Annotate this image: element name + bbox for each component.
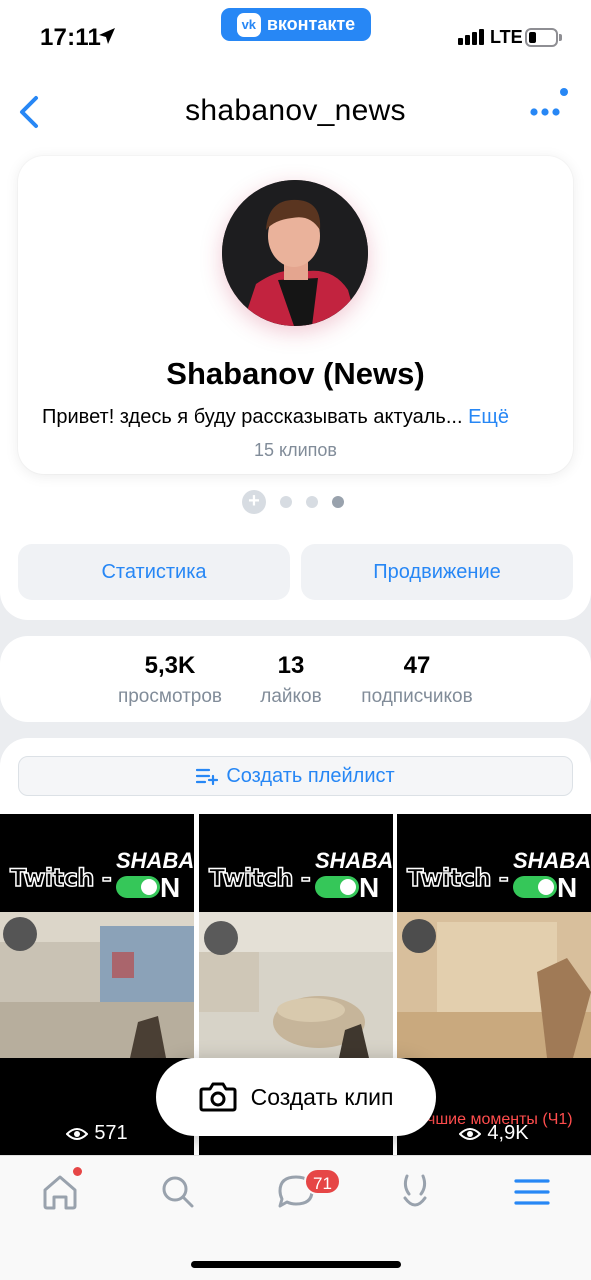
page-dot-active[interactable] (332, 496, 344, 508)
stat-subscribers: 47 подписчиков (352, 652, 482, 708)
clip-brand-top: SHABA (116, 848, 194, 873)
messages-badge: 71 (304, 1168, 341, 1195)
clip-brand-top: SHABA (315, 848, 393, 873)
signal-icon (458, 29, 484, 45)
avatar-image (222, 180, 368, 326)
clip-views: 571 (0, 1122, 194, 1145)
header: shabanov_news (0, 72, 591, 152)
clip-views-count: 4,9K (487, 1122, 529, 1144)
statistics-button[interactable]: Статистика (18, 544, 290, 600)
page-dot[interactable] (306, 496, 318, 508)
create-playlist-button[interactable]: Создать плейлист (18, 756, 573, 796)
clip-views-count: 571 (94, 1122, 128, 1144)
clips-count: 15 клипов (254, 440, 337, 460)
stat-views: 5,3K просмотров (110, 652, 230, 708)
clip-brand-top: SHABA (513, 848, 591, 873)
stats-section: 5,3K просмотров 13 лайков 47 подписчиков (0, 636, 591, 722)
menu-icon[interactable] (512, 1172, 552, 1212)
clip-banner: Twitch - SHABA N (199, 844, 393, 904)
toggle-on-icon (116, 876, 160, 898)
clip-brand-bottom: N (160, 872, 181, 903)
clip-banner-text: Twitch - (208, 863, 311, 893)
clip-brand-bottom: N (359, 872, 380, 903)
clip-thumbnail (0, 912, 194, 1058)
home-icon[interactable] (40, 1172, 80, 1212)
status-bar: 17:11 vk вконтакте LTE (0, 0, 591, 72)
page-title: shabanov_news (185, 94, 406, 127)
stat-value: 5,3K (144, 652, 196, 679)
promotion-button[interactable]: Продвижение (301, 544, 573, 600)
create-playlist-label: Создать плейлист (226, 764, 395, 787)
toggle-on-icon (315, 876, 359, 898)
toggle-on-icon (513, 876, 557, 898)
vk-app-badge[interactable]: vk вконтакте (221, 8, 371, 41)
network-type: LTE (490, 27, 523, 47)
clip-banner-text: Twitch - (406, 863, 509, 893)
bio-more-link[interactable]: Ещё (468, 406, 509, 428)
bio-text: Привет! здесь я буду рассказывать актуал… (42, 406, 463, 428)
avatar[interactable] (222, 180, 368, 326)
profile-card: Shabanov (News) Привет! здесь я буду рас… (18, 156, 573, 474)
eye-icon (459, 1127, 482, 1140)
create-clip-label: Создать клип (250, 1083, 394, 1110)
home-indicator (191, 1261, 401, 1268)
notification-dot (560, 88, 568, 96)
page-indicator: + (242, 490, 344, 514)
clip-banner-text: Twitch - (9, 863, 112, 893)
plus-icon[interactable]: + (242, 490, 266, 514)
clip-banner: Twitch - SHABA N (0, 844, 194, 904)
playlist-add-icon (196, 768, 219, 785)
clip-brand-bottom: N (557, 872, 578, 903)
status-time: 17:11 (40, 24, 102, 51)
clip-views: 4,9K (397, 1122, 591, 1145)
clip-thumbnail (199, 912, 393, 1058)
profile-name: Shabanov (News) (166, 356, 425, 391)
eye-icon (66, 1127, 89, 1140)
stat-likes: 13 лайков (250, 652, 332, 708)
home-notification-dot (73, 1167, 82, 1176)
battery-icon (525, 28, 562, 47)
more-horizontal-icon[interactable] (526, 96, 566, 126)
search-icon[interactable] (158, 1172, 198, 1212)
clip-thumbnail (397, 912, 591, 1058)
stat-label: подписчиков (361, 686, 473, 707)
clips-bunny-icon[interactable] (395, 1172, 435, 1212)
stat-label: просмотров (117, 686, 223, 707)
vk-app-badge-label: вконтакте (266, 14, 356, 34)
profile-bio: Привет! здесь я буду рассказывать актуал… (42, 406, 509, 429)
location-arrow-icon (99, 28, 115, 44)
page-dot[interactable] (280, 496, 292, 508)
profile-section: Shabanov (News) Привет! здесь я буду рас… (0, 150, 591, 620)
stat-label: лайков (260, 686, 322, 707)
stat-value: 13 (277, 652, 305, 679)
camera-icon (199, 1082, 237, 1112)
vk-logo-icon: vk (236, 12, 261, 37)
create-clip-button[interactable]: Создать клип (156, 1058, 436, 1136)
stat-value: 47 (403, 652, 431, 679)
clip-banner: Twitch - SHABA N (397, 844, 591, 904)
